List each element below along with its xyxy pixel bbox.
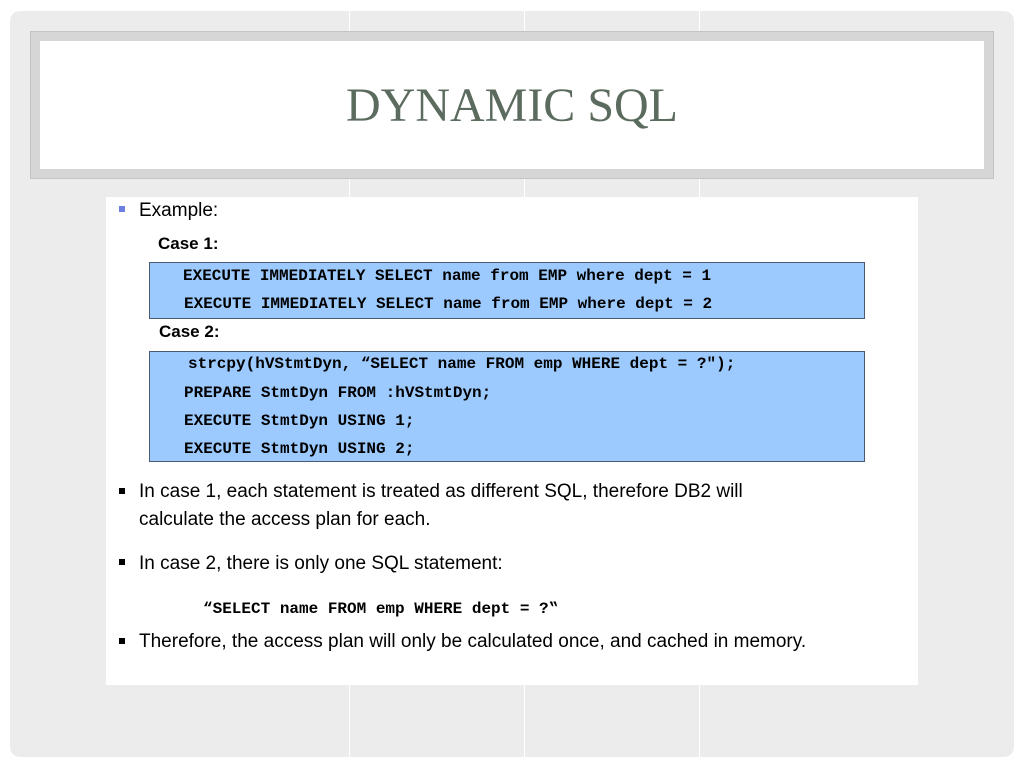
- code-line: EXECUTE IMMEDIATELY SELECT name from EMP…: [183, 267, 712, 285]
- case1-code-block: EXECUTE IMMEDIATELY SELECT name from EMP…: [149, 262, 865, 319]
- example-label: Example:: [139, 200, 219, 221]
- bullet-text: In case 2, there is only one SQL stateme…: [139, 553, 503, 574]
- case2-code-block: strcpy(hVStmtDyn, “SELECT name FROM emp …: [149, 351, 865, 462]
- title-box: DYNAMIC SQL: [40, 41, 984, 169]
- code-line: EXECUTE IMMEDIATELY SELECT name from EMP…: [184, 295, 713, 313]
- case1-label: Case 1:: [158, 234, 219, 253]
- bullet-icon: [119, 638, 125, 644]
- code-line: PREPARE StmtDyn FROM :hVStmtDyn;: [184, 384, 492, 402]
- code-line: EXECUTE StmtDyn USING 2;: [184, 440, 415, 458]
- title-frame: DYNAMIC SQL: [30, 31, 994, 179]
- slide-background: DYNAMIC SQL Example: Case 1: EXECUTE IMM…: [10, 11, 1014, 757]
- code-line: strcpy(hVStmtDyn, “SELECT name FROM emp …: [188, 355, 736, 373]
- bullet-text: In case 1, each statement is treated as …: [139, 481, 743, 502]
- bullet-icon: [119, 206, 125, 212]
- bullet-icon: [119, 559, 125, 565]
- content-image: Example: Case 1: EXECUTE IMMEDIATELY SEL…: [106, 197, 918, 685]
- bullet-icon: [119, 488, 125, 494]
- bullet-text: Therefore, the access plan will only be …: [139, 631, 807, 652]
- quoted-sql: “SELECT name FROM emp WHERE dept = ?‟: [203, 600, 559, 618]
- case2-label: Case 2:: [159, 322, 220, 341]
- bullet-text: calculate the access plan for each.: [139, 509, 431, 530]
- slide-title: DYNAMIC SQL: [345, 79, 678, 132]
- code-line: EXECUTE StmtDyn USING 1;: [184, 412, 415, 430]
